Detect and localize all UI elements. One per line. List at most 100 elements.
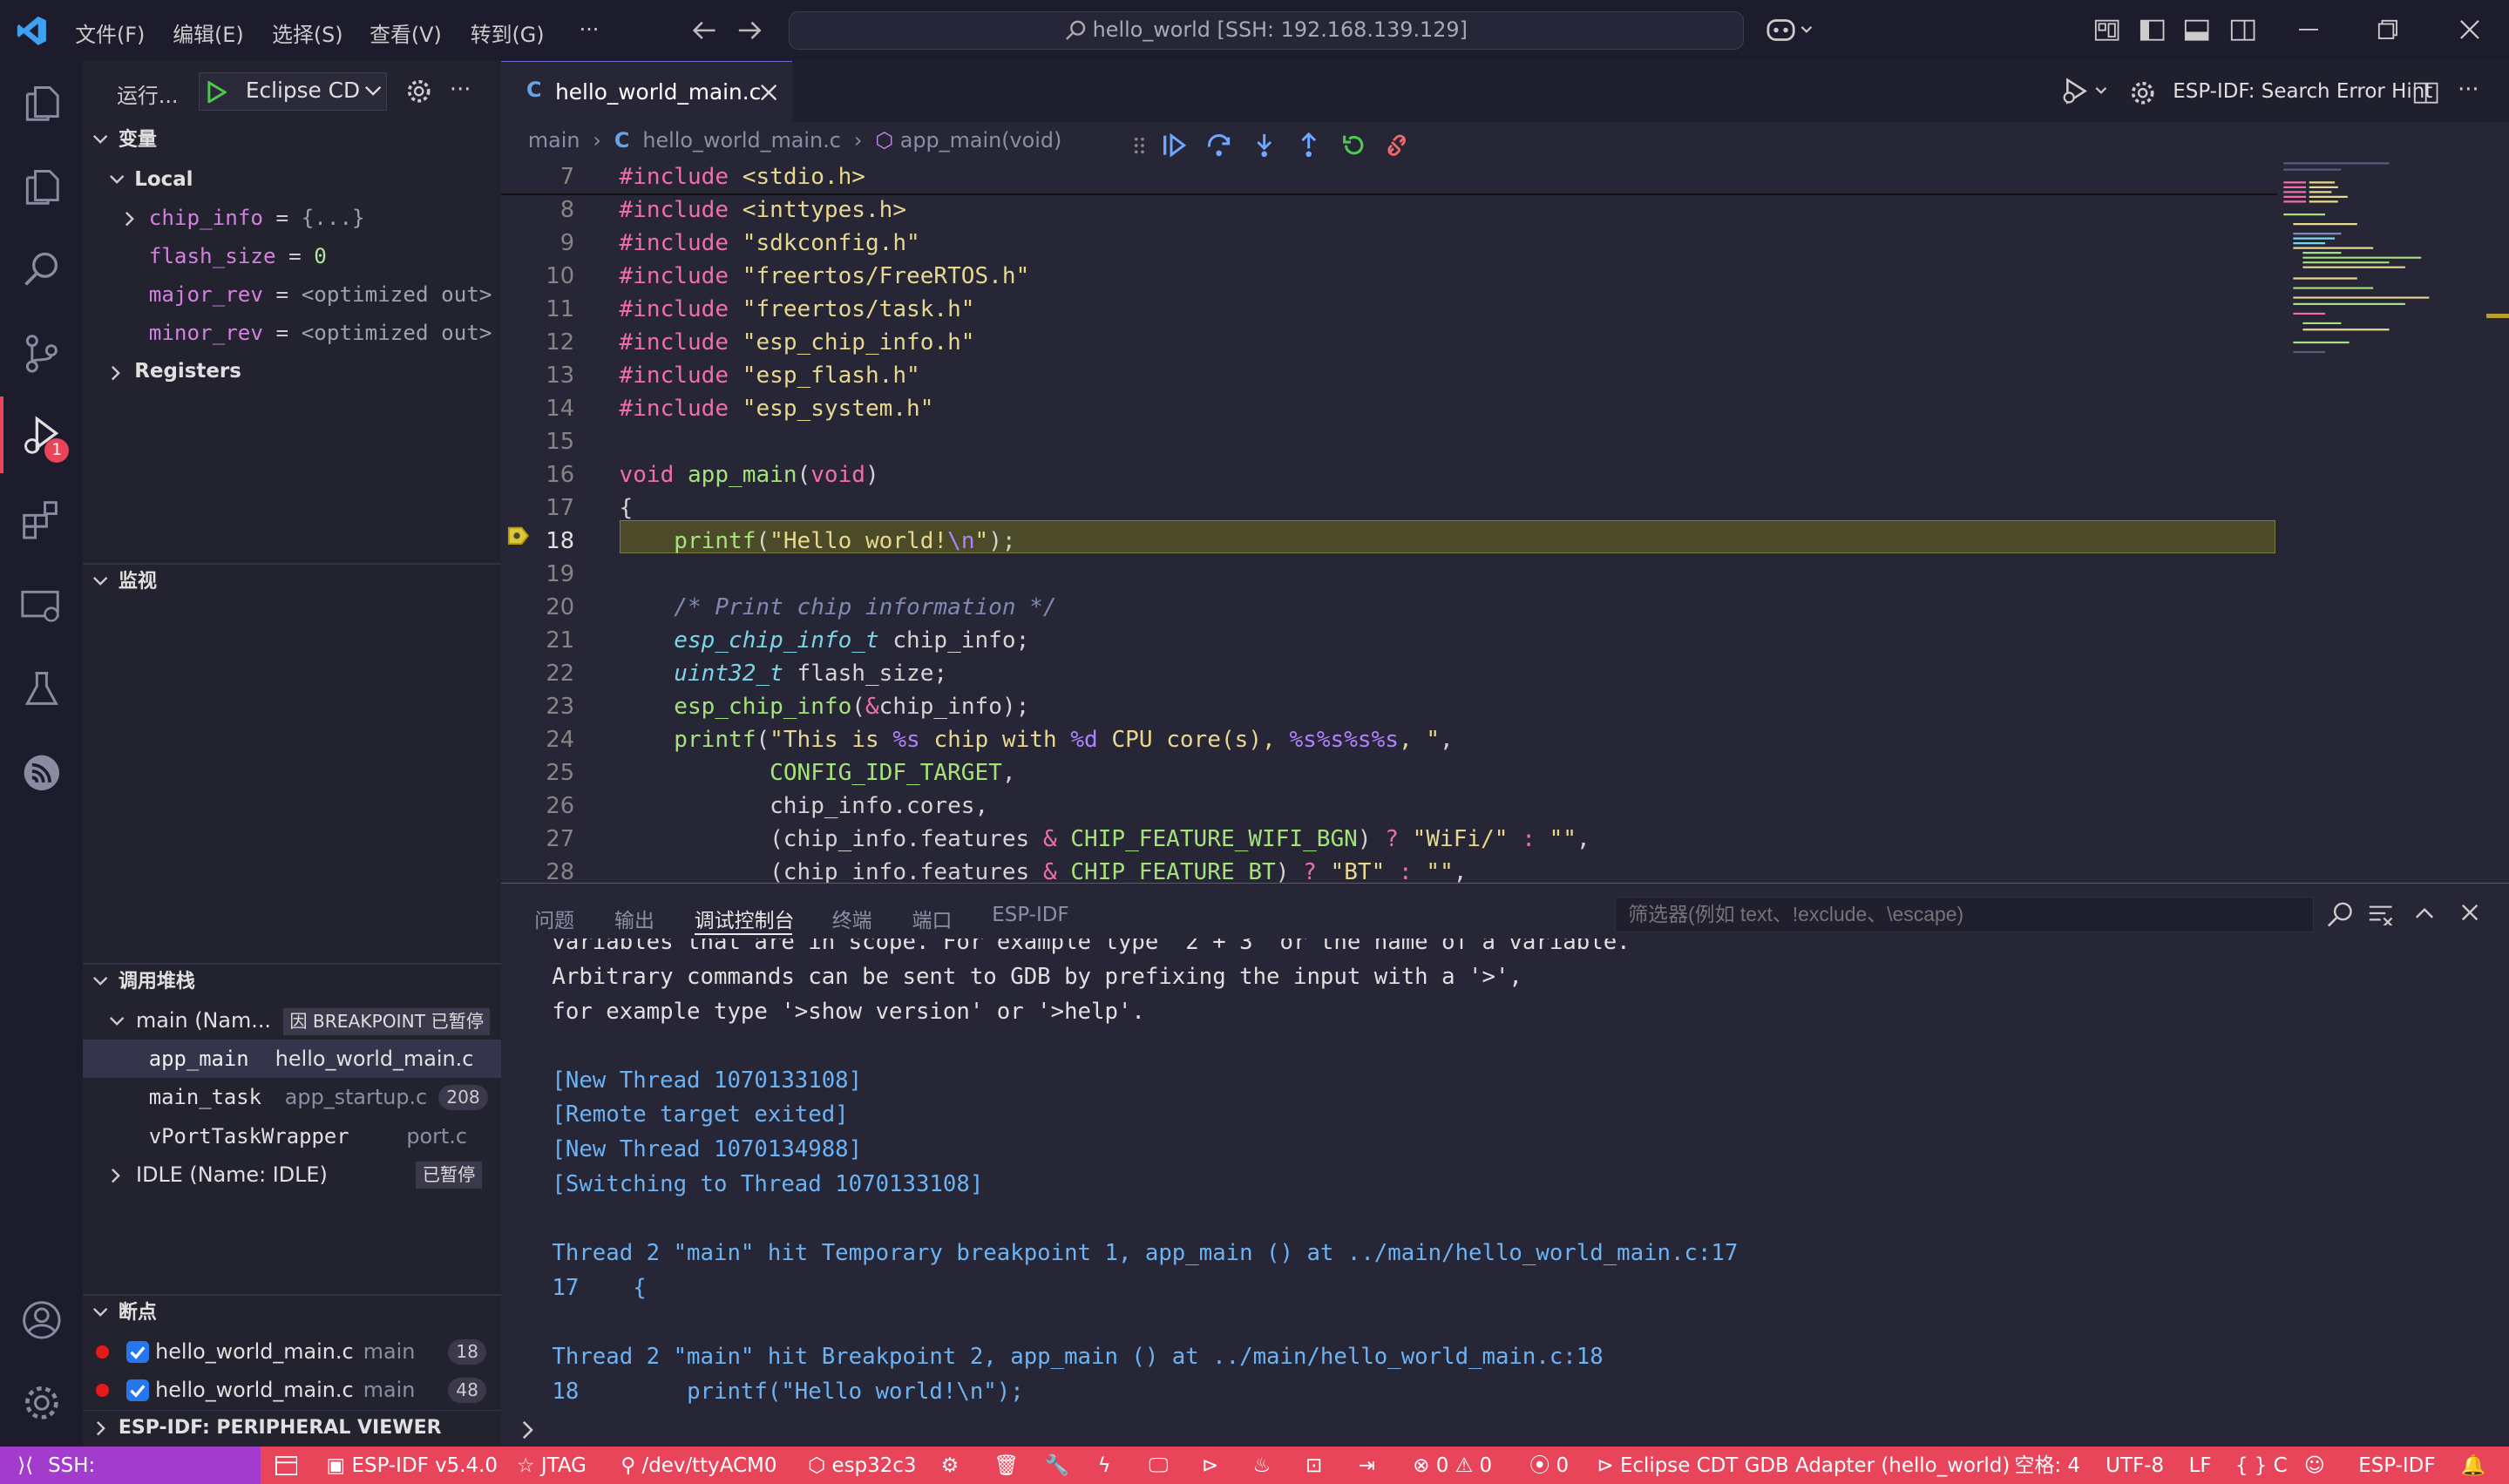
- tab-debug-console[interactable]: 调试控制台: [695, 904, 795, 933]
- esp-idf-status[interactable]: ESP-IDF: [2358, 1447, 2435, 1484]
- extensions-icon[interactable]: [21, 499, 63, 541]
- serial-port[interactable]: ⚲ /dev/ttyACM0: [620, 1447, 776, 1484]
- encoding-status[interactable]: UTF-8: [2106, 1447, 2164, 1484]
- stack-frame[interactable]: vPortTaskWrapper port.c: [83, 1117, 500, 1155]
- variable-row[interactable]: minor_rev = <optimized out>: [83, 314, 500, 352]
- minimap[interactable]: [2277, 157, 2469, 381]
- find-icon[interactable]: [2327, 902, 2352, 927]
- debug-console-output[interactable]: variables that are in scope. For example…: [501, 939, 2509, 1412]
- close-panel-icon[interactable]: [2461, 904, 2478, 921]
- scope-local[interactable]: Local: [83, 160, 500, 199]
- notifications-bell-icon[interactable]: 🔔: [2461, 1447, 2486, 1484]
- settings-gear-icon[interactable]: [2130, 80, 2155, 105]
- start-debugging-icon[interactable]: [207, 81, 227, 104]
- continue-icon[interactable]: [1162, 132, 1187, 158]
- editor-more-actions-icon[interactable]: ···: [2458, 77, 2479, 103]
- minimize-icon[interactable]: [2299, 29, 2318, 32]
- split-editor-icon[interactable]: [2413, 80, 2438, 105]
- drag-handle-icon[interactable]: [1133, 136, 1146, 155]
- open-launch-json-gear-icon[interactable]: [406, 78, 431, 104]
- variable-row[interactable]: flash_size = 0: [83, 237, 500, 275]
- menu-view[interactable]: 查看(V): [370, 17, 442, 48]
- code-text[interactable]: #include <stdio.h> #include <inttypes.h>…: [620, 160, 1590, 889]
- remote-explorer-icon[interactable]: [21, 586, 63, 627]
- menu-more[interactable]: ···: [580, 17, 600, 42]
- language-status[interactable]: { } C: [2235, 1447, 2288, 1484]
- code-editor[interactable]: main › C hello_world_main.c › ⬡ app_main…: [501, 122, 2509, 884]
- close-tab-icon[interactable]: [760, 84, 777, 101]
- peripheral-viewer-header[interactable]: ESP-IDF: PERIPHERAL VIEWER: [83, 1411, 500, 1446]
- nav-back-icon[interactable]: [691, 19, 716, 42]
- step-over-icon[interactable]: [1206, 132, 1231, 158]
- idf-version[interactable]: ▣ ESP-IDF v5.4.0: [327, 1447, 498, 1484]
- menu-selection[interactable]: 选择(S): [272, 17, 342, 48]
- tab-esp-idf[interactable]: ESP-IDF: [992, 904, 1068, 926]
- full-clean-icon[interactable]: 🗑: [993, 1447, 1019, 1484]
- clear-console-icon[interactable]: [2368, 904, 2393, 926]
- monitor-icon[interactable]: 🖵: [1149, 1447, 1168, 1484]
- settings-gear-icon[interactable]: [21, 1382, 63, 1424]
- tab-terminal[interactable]: 终端: [832, 904, 872, 933]
- file-explorer-status-icon[interactable]: [275, 1456, 298, 1475]
- toggle-secondary-sidebar-icon[interactable]: [2230, 17, 2255, 43]
- copilot-icon[interactable]: [1766, 16, 1814, 44]
- build-icon[interactable]: 🔧: [1045, 1447, 1070, 1484]
- debug-icon[interactable]: ⊳: [1202, 1447, 1218, 1484]
- breakpoints-section-header[interactable]: 断点: [83, 1296, 500, 1331]
- breadcrumb-symbol[interactable]: app_main(void): [900, 128, 1062, 152]
- flash-icon[interactable]: ϟ: [1097, 1447, 1110, 1484]
- breadcrumb-file[interactable]: hello_world_main.c: [642, 128, 841, 152]
- nav-forward-icon[interactable]: [737, 19, 763, 42]
- breakpoint-checkbox[interactable]: [126, 1341, 149, 1364]
- menu-file[interactable]: 文件(F): [75, 17, 145, 48]
- terminal-icon[interactable]: ⊡: [1305, 1447, 1322, 1484]
- eol-status[interactable]: LF: [2189, 1447, 2212, 1484]
- variables-section-header[interactable]: 变量: [83, 123, 500, 158]
- command-center-search[interactable]: hello_world [SSH: 192.168.139.129]: [789, 11, 1744, 50]
- indentation-status[interactable]: 空格: 4: [2015, 1447, 2081, 1484]
- editor-tab-active[interactable]: C hello_world_main.c: [501, 61, 792, 122]
- stack-frame[interactable]: main_task app_startup.c 208: [83, 1078, 500, 1116]
- variable-row[interactable]: chip_info = {...}: [83, 199, 500, 237]
- variable-row[interactable]: major_rev = <optimized out>: [83, 275, 500, 314]
- remote-indicator[interactable]: ⟩⟨ SSH: 192.168.139.129: [0, 1447, 261, 1484]
- copilot-status-icon[interactable]: ☺: [2304, 1447, 2325, 1484]
- console-filter-input[interactable]: [1615, 897, 2314, 932]
- menu-edit[interactable]: 编辑(E): [173, 17, 243, 48]
- esp-idf-command-icon[interactable]: ⇥: [1359, 1447, 1375, 1484]
- debug-config-selector[interactable]: Eclipse CD: [199, 72, 388, 111]
- watch-section-header[interactable]: 监视: [83, 565, 500, 600]
- disconnect-icon[interactable]: [1384, 132, 1409, 158]
- stack-frame-selected[interactable]: app_main hello_world_main.c: [83, 1040, 500, 1078]
- more-actions-icon[interactable]: ···: [450, 77, 471, 103]
- step-out-icon[interactable]: [1296, 132, 1321, 158]
- toggle-panel-icon[interactable]: [2184, 17, 2209, 43]
- ports-status[interactable]: ⦿ 0: [1529, 1447, 1569, 1484]
- menu-go[interactable]: 转到(G): [471, 17, 545, 48]
- customize-layout-icon[interactable]: [2094, 17, 2119, 43]
- close-window-icon[interactable]: [2459, 19, 2480, 40]
- thread-idle[interactable]: IDLE (Name: IDLE) 已暂停: [83, 1155, 500, 1194]
- callstack-section-header[interactable]: 调用堆栈: [83, 965, 500, 999]
- run-debug-dropdown-icon[interactable]: [2061, 77, 2112, 105]
- explorer-icon[interactable]: [21, 83, 63, 125]
- tab-ports[interactable]: 端口: [912, 904, 953, 933]
- tab-problems[interactable]: 问题: [534, 904, 574, 933]
- breakpoint-item[interactable]: hello_world_main.c main 18: [83, 1332, 500, 1371]
- debug-adapter-status[interactable]: ⊳ Eclipse CDT GDB Adapter (hello_world): [1597, 1447, 2010, 1484]
- breadcrumb-folder[interactable]: main: [528, 128, 580, 152]
- restore-icon[interactable]: [2377, 19, 2398, 40]
- restart-icon[interactable]: [1341, 132, 1366, 158]
- jtag-status[interactable]: ☆ JTAG: [517, 1447, 587, 1484]
- source-control-icon[interactable]: [21, 333, 63, 375]
- search-error-hint-button[interactable]: ESP-IDF: Search Error Hint: [2173, 80, 2432, 103]
- tab-output[interactable]: 输出: [614, 904, 654, 933]
- target-chip[interactable]: ⬡ esp32c3: [808, 1447, 916, 1484]
- breakpoint-item[interactable]: hello_world_main.c main 48: [83, 1371, 500, 1409]
- sdk-config-icon[interactable]: ⚙: [941, 1447, 960, 1484]
- console-input-prompt-icon[interactable]: [522, 1420, 535, 1440]
- accounts-icon[interactable]: [21, 1299, 63, 1341]
- build-flash-monitor-icon[interactable]: ♨: [1253, 1447, 1271, 1484]
- search-icon[interactable]: [21, 249, 63, 291]
- breakpoint-checkbox[interactable]: [126, 1379, 149, 1402]
